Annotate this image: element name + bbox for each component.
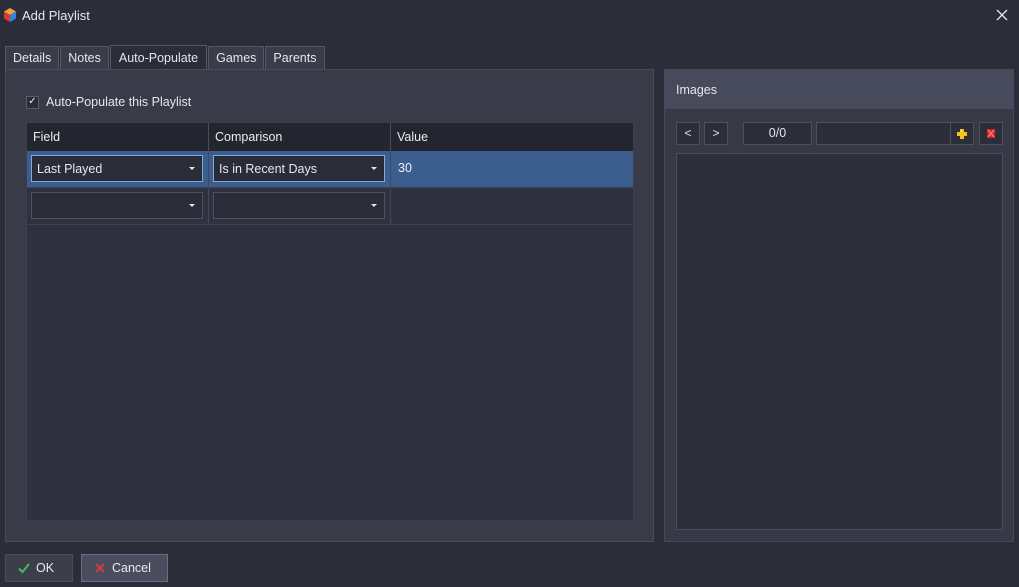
- ok-button[interactable]: OK: [5, 554, 73, 582]
- field-dropdown[interactable]: [31, 192, 203, 219]
- comparison-dropdown-value: Is in Recent Days: [219, 162, 317, 176]
- auto-populate-panel: ✓ Auto-Populate this Playlist Field Comp…: [5, 69, 654, 542]
- check-icon: [18, 563, 30, 574]
- images-header: Images: [665, 70, 1013, 109]
- auto-populate-checkbox-row[interactable]: ✓ Auto-Populate this Playlist: [26, 95, 191, 109]
- chevron-down-icon: [371, 167, 377, 170]
- close-icon[interactable]: [993, 6, 1011, 24]
- previous-image-button[interactable]: <: [676, 122, 700, 145]
- field-dropdown[interactable]: Last Played: [31, 155, 203, 182]
- image-type-field[interactable]: [816, 122, 957, 145]
- tab-details[interactable]: Details: [5, 46, 60, 70]
- comparison-cell: Is in Recent Days: [209, 151, 391, 187]
- image-nav-bar: < > 0/0: [676, 122, 1003, 145]
- value-cell[interactable]: [391, 188, 633, 224]
- grid-header: Field Comparison Value: [27, 123, 633, 151]
- value-cell[interactable]: 30: [391, 151, 633, 187]
- field-cell: [27, 188, 209, 224]
- value-text[interactable]: 30: [398, 161, 412, 175]
- comparison-dropdown[interactable]: [213, 192, 385, 219]
- rules-grid: Field Comparison Value Last Played Is in…: [26, 122, 634, 521]
- cancel-button-label: Cancel: [112, 561, 151, 575]
- ok-button-label: OK: [36, 561, 55, 575]
- tab-notes[interactable]: Notes: [60, 46, 109, 70]
- tab-parents[interactable]: Parents: [265, 46, 325, 70]
- chevron-down-icon: [189, 167, 195, 170]
- cancel-button[interactable]: Cancel: [81, 554, 168, 582]
- remove-image-icon: [987, 129, 995, 138]
- comparison-dropdown[interactable]: Is in Recent Days: [213, 155, 385, 182]
- tab-auto-populate[interactable]: Auto-Populate: [109, 45, 208, 70]
- column-header-field[interactable]: Field: [27, 123, 209, 151]
- add-image-icon: [957, 129, 967, 139]
- image-preview-area[interactable]: [676, 153, 1003, 530]
- close-icon: [95, 563, 105, 573]
- launchbox-cube-icon: [4, 8, 16, 22]
- title-bar: Add Playlist: [0, 0, 1019, 32]
- column-header-comparison[interactable]: Comparison: [209, 123, 391, 151]
- tab-games[interactable]: Games: [208, 46, 265, 70]
- comparison-cell: [209, 188, 391, 224]
- column-header-value[interactable]: Value: [391, 123, 633, 151]
- image-counter: 0/0: [743, 122, 812, 145]
- tab-strip: Details Notes Auto-Populate Games Parent…: [5, 45, 326, 70]
- chevron-down-icon: [189, 204, 195, 207]
- auto-populate-checkbox[interactable]: ✓: [26, 95, 39, 109]
- table-row[interactable]: [27, 188, 633, 225]
- field-cell: Last Played: [27, 151, 209, 187]
- next-image-button[interactable]: >: [704, 122, 728, 145]
- images-panel: Images < > 0/0: [664, 69, 1014, 542]
- field-dropdown-value: Last Played: [37, 162, 103, 176]
- table-row[interactable]: Last Played Is in Recent Days 30: [27, 151, 633, 188]
- auto-populate-checkbox-label: Auto-Populate this Playlist: [46, 95, 192, 109]
- add-image-button[interactable]: [950, 122, 974, 145]
- chevron-down-icon: [371, 204, 377, 207]
- window-title: Add Playlist: [22, 8, 90, 23]
- remove-image-button[interactable]: [979, 122, 1003, 145]
